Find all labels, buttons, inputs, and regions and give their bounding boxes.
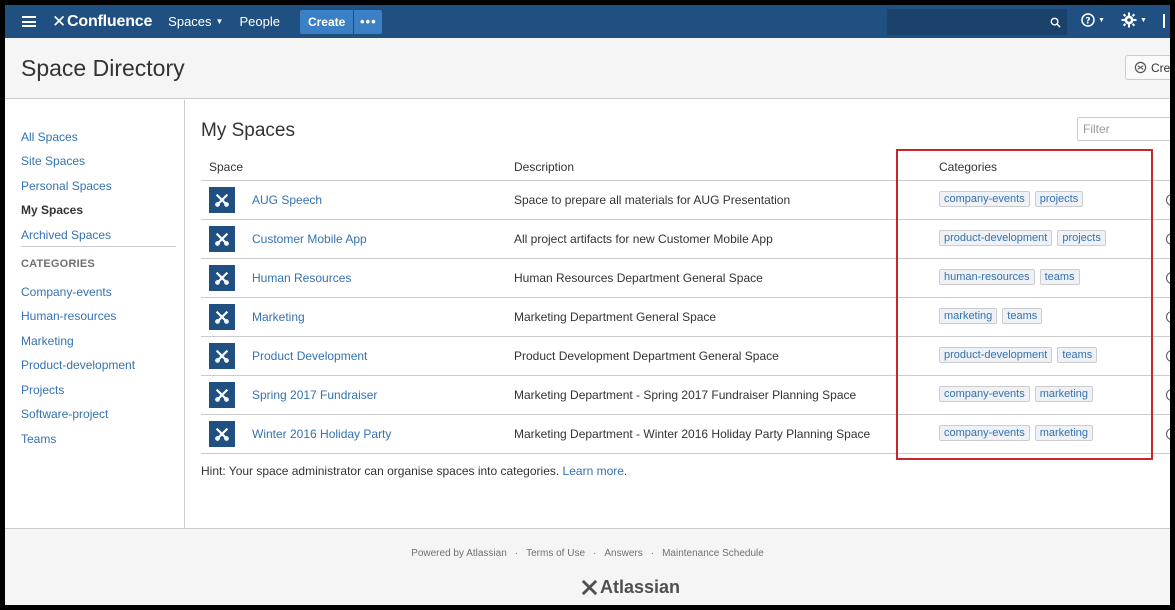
categories-heading: CATEGORIES [21, 258, 95, 270]
space-logo-icon [215, 388, 229, 402]
space-logo[interactable] [209, 304, 235, 330]
space-logo-icon [215, 271, 229, 285]
space-description: All project artifacts for new Customer M… [514, 232, 773, 246]
filter-input[interactable]: Filter [1077, 117, 1170, 141]
sidebar-item-all-spaces[interactable]: All Spaces [21, 130, 78, 144]
space-logo[interactable] [209, 265, 235, 291]
create-space-label: Crea [1151, 60, 1170, 75]
confluence-logo-text: Confluence [67, 12, 153, 30]
sidebar-category-teams[interactable]: Teams [21, 432, 56, 446]
footer-separator: · [514, 548, 519, 559]
footer: Powered by Atlassian · Terms of Use · An… [5, 528, 1170, 605]
people-link-label: People [239, 14, 280, 29]
footer-link-terms[interactable]: Terms of Use [526, 548, 585, 559]
space-description: Product Development Department General S… [514, 349, 779, 363]
watch-icon[interactable] [1166, 350, 1170, 362]
chevron-down-icon: ▼ [1140, 16, 1147, 24]
space-logo-icon [215, 349, 229, 363]
hint-end: . [623, 464, 628, 478]
footer-link-maintenance[interactable]: Maintenance Schedule [662, 548, 764, 559]
page-header: Space Directory Crea [5, 38, 1170, 99]
settings-menu[interactable]: ▼ [1121, 12, 1147, 28]
space-name-link[interactable]: Spring 2017 Fundraiser [252, 388, 377, 402]
top-navigation: ✕ Confluence Spaces ▼ People Create ••• … [5, 5, 1170, 38]
footer-separator: · [593, 548, 597, 559]
space-logo-icon [215, 193, 229, 207]
sidebar-item-site-spaces[interactable]: Site Spaces [21, 154, 85, 168]
space-logo-icon [215, 232, 229, 246]
space-name-link[interactable]: Human Resources [252, 271, 351, 285]
watch-icon[interactable] [1166, 311, 1170, 323]
space-description: Marketing Department - Winter 2016 Holid… [514, 427, 871, 441]
search-input[interactable] [887, 9, 1067, 35]
learn-more-link[interactable]: Learn more [563, 464, 624, 478]
categories-highlight-box [896, 149, 1153, 460]
watch-icon[interactable] [1166, 272, 1170, 284]
column-header-description: Description [514, 160, 575, 174]
hint-message: Hint: Your space administrator can organ… [201, 464, 563, 478]
space-logo[interactable] [209, 421, 235, 447]
create-more-button[interactable]: ••• [354, 9, 383, 34]
space-logo[interactable] [209, 343, 235, 369]
watch-icon[interactable] [1166, 389, 1170, 401]
section-title: My Spaces [201, 120, 295, 141]
watch-icon[interactable] [1166, 233, 1170, 245]
space-description: Human Resources Department General Space [514, 271, 763, 285]
space-description: Space to prepare all materials for AUG P… [514, 193, 791, 207]
watch-icon[interactable] [1166, 194, 1170, 206]
space-name-link[interactable]: Customer Mobile App [252, 232, 367, 246]
page-title: Space Directory [21, 55, 185, 81]
space-logo[interactable] [209, 382, 235, 408]
spaces-menu-label: Spaces [168, 14, 212, 29]
sidebar-category-product-development[interactable]: Product-development [21, 358, 135, 372]
sidebar-category-software-project[interactable]: Software-project [21, 407, 108, 421]
space-icon [1134, 61, 1147, 74]
sidebar-category-projects[interactable]: Projects [21, 383, 64, 397]
space-logo[interactable] [209, 187, 235, 213]
confluence-x-icon: ✕ [52, 11, 67, 31]
atlassian-logo[interactable]: Atlassian [580, 577, 680, 598]
chevron-down-icon: ▼ [215, 17, 224, 26]
chevron-down-icon: ▼ [1098, 16, 1105, 24]
confluence-logo[interactable]: ✕ Confluence [52, 12, 152, 32]
space-description: Marketing Department - Spring 2017 Fundr… [514, 388, 857, 402]
space-name-link[interactable]: AUG Speech [252, 193, 322, 207]
hamburger-menu-icon[interactable] [22, 16, 36, 27]
gear-icon [1121, 12, 1137, 28]
app-frame: ✕ Confluence Spaces ▼ People Create ••• … [5, 5, 1170, 605]
space-description: Marketing Department General Space [514, 310, 717, 324]
atlassian-x-icon [581, 579, 598, 596]
search-icon [1050, 17, 1061, 28]
space-logo-icon [215, 427, 229, 441]
space-logo-icon [215, 310, 229, 324]
help-icon: ? [1081, 13, 1095, 27]
sidebar-category-marketing[interactable]: Marketing [21, 334, 74, 348]
footer-separator: · [650, 548, 655, 559]
people-link[interactable]: People [239, 14, 279, 29]
footer-link-powered-by[interactable]: Powered by Atlassian [411, 548, 507, 559]
sidebar: All Spaces Site Spaces Personal Spaces M… [5, 100, 185, 528]
sidebar-item-archived-spaces[interactable]: Archived Spaces [21, 228, 111, 242]
sidebar-item-my-spaces[interactable]: My Spaces [21, 203, 83, 217]
notifications-icon[interactable] [1163, 14, 1170, 28]
footer-link-answers[interactable]: Answers [604, 548, 642, 559]
create-button[interactable]: Create [299, 9, 354, 34]
footer-links: Powered by Atlassian · Terms of Use · An… [5, 548, 1170, 559]
sidebar-category-human-resources[interactable]: Human-resources [21, 309, 116, 323]
space-name-link[interactable]: Winter 2016 Holiday Party [252, 427, 391, 441]
space-logo[interactable] [209, 226, 235, 252]
watch-icon[interactable] [1166, 428, 1170, 440]
space-name-link[interactable]: Product Development [252, 349, 367, 363]
space-name-link[interactable]: Marketing [252, 310, 305, 324]
sidebar-item-personal-spaces[interactable]: Personal Spaces [21, 179, 112, 193]
spaces-menu[interactable]: Spaces ▼ [168, 14, 223, 29]
svg-text:?: ? [1085, 17, 1090, 27]
hint-text: Hint: Your space administrator can organ… [201, 464, 627, 478]
help-menu[interactable]: ? ▼ [1081, 13, 1105, 27]
sidebar-divider [21, 246, 176, 247]
column-header-space: Space [209, 160, 244, 174]
sidebar-category-company-events[interactable]: Company-events [21, 285, 112, 299]
create-space-button[interactable]: Crea [1125, 55, 1170, 80]
atlassian-logo-text: Atlassian [600, 577, 681, 597]
